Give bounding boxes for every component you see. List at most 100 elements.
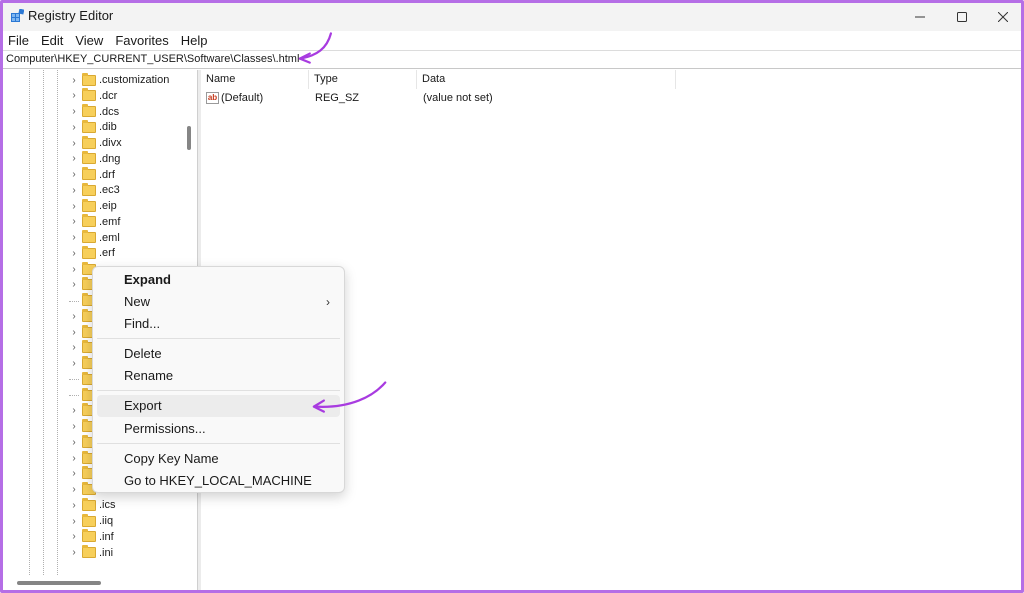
chevron-right-icon[interactable]: › (69, 185, 79, 196)
chevron-right-icon[interactable]: › (69, 311, 79, 322)
chevron-right-icon[interactable]: › (69, 90, 79, 101)
tree-item[interactable]: › .ec3 (69, 182, 120, 198)
menu-item-new[interactable]: New › (97, 291, 340, 313)
tree-item[interactable]: › .eml (69, 230, 120, 246)
menu-item-new-label: New (124, 294, 151, 309)
tree-horizontal-scroll-thumb[interactable] (17, 581, 101, 585)
tree-guide-line (57, 70, 58, 575)
menu-favorites[interactable]: Favorites (109, 31, 174, 51)
tree-item-label: .divx (99, 137, 122, 149)
chevron-right-icon[interactable]: › (69, 216, 79, 227)
column-header-name[interactable]: Name (201, 70, 309, 89)
chevron-right-icon[interactable]: › (69, 248, 79, 259)
menu-file[interactable]: File (3, 31, 35, 51)
menu-item-copy-key-name[interactable]: Copy Key Name (97, 448, 340, 470)
tree-item[interactable]: › .ini (69, 545, 113, 561)
tree-item-label: .erf (99, 247, 115, 260)
tree-item[interactable]: › .dcs (69, 104, 119, 120)
chevron-right-icon[interactable]: › (69, 327, 79, 338)
tree-item[interactable]: › .drf (69, 167, 115, 183)
tree-item-label: .iiq (99, 515, 114, 527)
minimize-button[interactable] (899, 3, 941, 31)
chevron-right-icon[interactable]: › (69, 264, 79, 275)
chevron-right-icon[interactable]: › (69, 342, 79, 353)
tree-item[interactable]: › .dcr (69, 88, 117, 104)
close-button[interactable] (982, 3, 1021, 31)
menu-item-rename[interactable]: Rename (97, 365, 340, 387)
chevron-right-icon[interactable]: › (69, 75, 79, 86)
tree-item[interactable]: › .emf (69, 214, 120, 230)
tree-item[interactable]: › .iiq (69, 513, 113, 529)
tree-item[interactable]: › .dib (69, 119, 117, 135)
value-type: REG_SZ (315, 92, 360, 104)
tree-connector (69, 395, 79, 396)
folder-icon (82, 513, 96, 527)
tree-vertical-scroll-thumb[interactable] (187, 126, 191, 150)
minimize-icon (915, 16, 925, 18)
menu-item-permissions[interactable]: Permissions... (97, 418, 340, 440)
chevron-right-icon[interactable]: › (69, 437, 79, 448)
address-bar[interactable]: Computer\HKEY_CURRENT_USER\Software\Clas… (3, 50, 1021, 69)
folder-icon (82, 104, 96, 117)
tree-horizontal-scrollbar[interactable] (3, 575, 196, 589)
tree-item-label: .dcs (99, 105, 120, 118)
tree-item-label: .drf (99, 168, 115, 181)
tree-connector (69, 379, 79, 381)
tree-item-label: .customization (99, 74, 170, 86)
tree-item[interactable]: › .eip (69, 198, 117, 214)
window-title: Registry Editor (28, 8, 114, 23)
chevron-right-icon[interactable]: › (69, 405, 79, 416)
chevron-right-icon[interactable]: › (69, 547, 79, 558)
chevron-right-icon[interactable]: › (69, 453, 79, 464)
chevron-right-icon[interactable]: › (69, 516, 79, 527)
chevron-right-icon[interactable]: › (69, 484, 79, 495)
column-header-data[interactable]: Data (417, 70, 676, 89)
tree-item[interactable]: › .divx (69, 135, 122, 151)
folder-icon (82, 198, 96, 212)
chevron-right-icon[interactable]: › (69, 531, 79, 542)
folder-icon (82, 119, 96, 133)
folder-icon (82, 214, 96, 228)
tree-item-label: .dcr (99, 89, 118, 102)
tree-item-label: .ics (99, 499, 116, 512)
chevron-right-icon[interactable]: › (69, 232, 79, 243)
menu-item-goto-hklm[interactable]: Go to HKEY_LOCAL_MACHINE (97, 470, 340, 492)
menu-view[interactable]: View (69, 31, 109, 51)
tree-item[interactable]: › .erf (69, 245, 115, 261)
registry-editor-icon (11, 9, 24, 22)
tree-item[interactable]: › .ics (69, 497, 116, 513)
menu-item-find[interactable]: Find... (97, 313, 340, 335)
tree-guide-line (43, 70, 44, 575)
chevron-right-icon[interactable]: › (69, 201, 79, 212)
menu-edit[interactable]: Edit (35, 31, 69, 51)
chevron-right-icon[interactable]: › (69, 122, 79, 133)
chevron-right-icon[interactable]: › (69, 279, 79, 290)
chevron-right-icon[interactable]: › (69, 358, 79, 369)
tree-item[interactable]: › .inf (69, 529, 114, 545)
chevron-right-icon[interactable]: › (69, 106, 79, 117)
column-header-type[interactable]: Type (309, 70, 417, 89)
chevron-right-icon[interactable]: › (69, 421, 79, 432)
chevron-right-icon[interactable]: › (69, 153, 79, 164)
folder-icon (82, 167, 96, 180)
tree-item-label: .inf (99, 530, 114, 543)
menu-help[interactable]: Help (175, 31, 214, 51)
tree-item-label: .eip (99, 200, 117, 212)
menu-item-delete[interactable]: Delete (97, 343, 340, 365)
folder-icon (82, 72, 96, 86)
chevron-right-icon[interactable]: › (69, 500, 79, 511)
chevron-right-icon[interactable]: › (69, 138, 79, 149)
folder-icon (82, 151, 96, 165)
maximize-button[interactable] (941, 3, 983, 31)
menu-item-export[interactable]: Export (97, 395, 340, 417)
menu-bar: File Edit View Favorites Help (3, 31, 1021, 51)
value-name-cell[interactable]: ab (Default) (206, 90, 263, 106)
menu-item-expand[interactable]: Expand (97, 269, 340, 291)
chevron-right-icon[interactable]: › (69, 468, 79, 479)
tree-item[interactable]: › .customization (69, 72, 169, 88)
tree-item[interactable]: › .dng (69, 151, 120, 167)
menu-separator (97, 390, 340, 391)
chevron-right-icon[interactable]: › (69, 169, 79, 180)
address-path[interactable]: Computer\HKEY_CURRENT_USER\Software\Clas… (6, 53, 299, 65)
title-bar[interactable]: Registry Editor (3, 3, 1021, 31)
